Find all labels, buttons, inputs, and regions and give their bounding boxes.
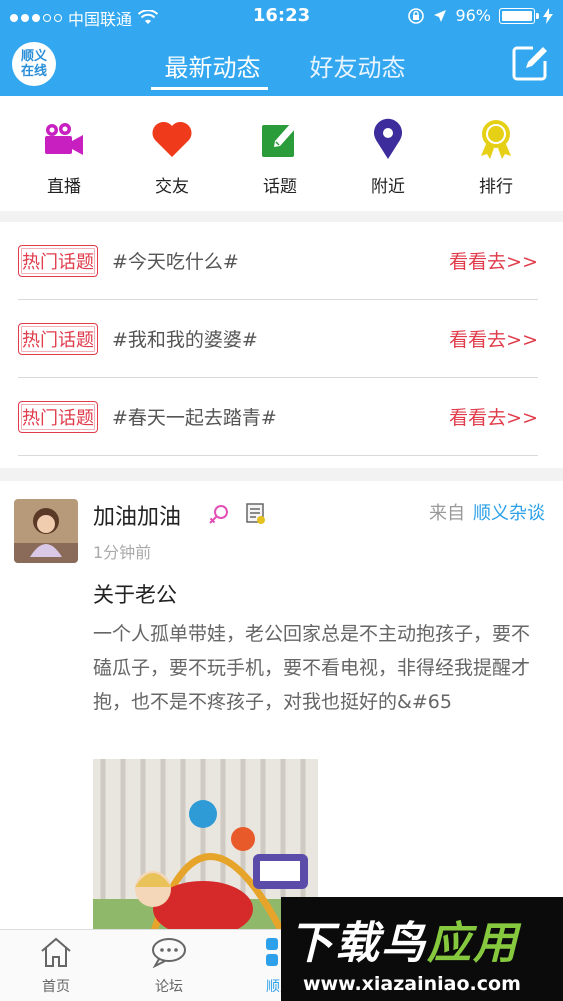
hot-topic-item[interactable]: 热门话题 #我和我的婆婆# 看看去>> [18,300,538,378]
top-bar: 中国联通 16:23 96% 顺义 在线 最新动态 好友动态 [0,0,563,96]
board-link[interactable]: 顺义杂谈 [473,503,545,524]
watermark: 下载鸟应用 www.xiazainiao.com [281,897,563,1001]
watermark-main-text: 下载鸟 [289,918,427,969]
user-level-icon [246,503,265,524]
category-ranking[interactable]: 排行 [442,96,550,211]
watermark-accent-text: 应用 [427,918,519,969]
chat-bubble-icon [152,938,186,969]
post-body[interactable]: 一个人孤单带娃，老公回家总是不主动抱孩子，要不磕瓜子，要不玩手机，要不看电视，非… [93,617,538,719]
video-camera-icon [45,123,83,155]
post-source: 来自 顺义杂谈 [429,499,545,525]
nav-label: 论坛 [155,979,183,995]
category-live[interactable]: 直播 [10,96,118,211]
post-username[interactable]: 加油加油 [93,499,181,531]
female-icon [209,505,228,524]
nav-forum[interactable]: 论坛 [129,936,209,996]
logo-text-line2: 在线 [20,64,47,79]
avatar[interactable] [14,499,78,563]
category-nearby[interactable]: 附近 [334,96,442,211]
tab-latest[interactable]: 最新动态 [140,42,285,96]
hot-topic-item[interactable]: 热门话题 #春天一起去踏青# 看看去>> [18,378,538,456]
logo-text-line1: 顺义 [20,49,47,64]
hot-topic-title: #我和我的婆婆# [112,329,258,351]
heart-icon [152,121,192,157]
app-logo[interactable]: 顺义 在线 [12,42,56,86]
home-icon [41,937,71,967]
nav-home[interactable]: 首页 [16,936,96,996]
hot-topics-list: 热门话题 #今天吃什么# 看看去>> 热门话题 #我和我的婆婆# 看看去>> 热… [0,222,563,468]
category-dating[interactable]: 交友 [118,96,226,211]
post-title[interactable]: 关于老公 [93,579,177,609]
view-more-link[interactable]: 看看去>> [449,247,538,274]
tab-friends[interactable]: 好友动态 [285,42,430,96]
view-more-link[interactable]: 看看去>> [449,403,538,430]
post-time: 1分钟前 [93,543,152,562]
charging-icon [543,7,553,24]
category-label: 排行 [479,177,513,197]
compose-icon[interactable] [511,44,549,82]
category-topics[interactable]: 话题 [226,96,334,211]
battery-percent: 96% [455,6,491,25]
battery-icon [499,7,539,24]
watermark-title: 下载鸟应用 [289,907,519,971]
hot-topic-badge: 热门话题 [18,322,98,355]
category-label: 附近 [371,177,405,197]
pencil-edit-icon [262,123,296,157]
award-medal-icon [481,120,511,159]
hot-topic-title: #春天一起去踏青# [112,407,277,429]
rotation-lock-icon [408,7,425,24]
from-label: 来自 [429,503,465,524]
location-pin-icon [374,118,402,159]
hot-topic-title: #今天吃什么# [112,251,239,273]
category-label: 交友 [155,177,189,197]
nav-label: 首页 [42,979,70,995]
category-row: 直播 交友 话题 附近 排行 [0,96,563,211]
category-label: 直播 [47,177,81,197]
location-arrow-icon [434,9,447,22]
hot-topic-badge: 热门话题 [18,400,98,433]
hot-topic-badge: 热门话题 [18,244,98,277]
view-more-link[interactable]: 看看去>> [449,325,538,352]
post-card[interactable]: 加油加油 来自 顺义杂谈 1分钟前 关于老公 一个人孤单带娃，老公回家总是不主动抱… [0,481,563,929]
feed-tabs: 最新动态 好友动态 [140,42,430,96]
status-bar: 中国联通 16:23 96% [0,0,563,32]
hot-topic-item[interactable]: 热门话题 #今天吃什么# 看看去>> [18,222,538,300]
category-label: 话题 [263,177,297,197]
watermark-url: www.xiazainiao.com [303,973,521,995]
